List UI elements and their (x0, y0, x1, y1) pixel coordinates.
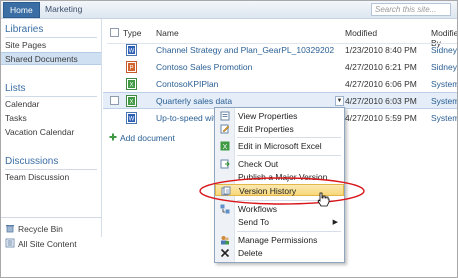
add-document-link[interactable]: Add document (109, 133, 175, 143)
menu-item-label: Version History (239, 186, 297, 196)
recycle-bin-label: Recycle Bin (18, 224, 63, 234)
menu-item-label: Edit in Microsoft Excel (238, 141, 322, 151)
menu-separator (237, 231, 341, 232)
menu-item-send-to[interactable]: Send To ▶ (215, 216, 344, 228)
menu-item-label: Delete (238, 248, 263, 258)
menu-item-label: Check Out (238, 159, 279, 169)
menu-item-label: Manage Permissions (238, 235, 318, 245)
document-name-link[interactable]: Up-to-speed wit (156, 113, 216, 123)
nav-item-vacation-calendar[interactable]: Vacation Calendar (5, 127, 74, 137)
powerpoint-document-icon: P (126, 61, 137, 73)
divider (5, 169, 97, 170)
nav-heading-lists[interactable]: Lists (5, 83, 26, 94)
submenu-arrow-icon: ▶ (332, 219, 338, 226)
view-properties-icon (220, 111, 230, 121)
add-document-label: Add document (120, 133, 175, 143)
modified-date: 4/27/2010 6:03 PM (345, 96, 417, 106)
menu-item-publish-major-version[interactable]: Publish a Major Version (215, 171, 344, 183)
tab-home[interactable]: Home (3, 2, 40, 18)
modified-date: 4/27/2010 6:21 PM (345, 62, 417, 72)
excel-icon: X (220, 141, 230, 151)
svg-text:W: W (129, 49, 135, 55)
select-all-checkbox[interactable] (110, 28, 119, 37)
add-icon (109, 133, 117, 143)
word-document-icon: W (126, 44, 137, 56)
word-document-icon: W (126, 112, 137, 124)
search-input[interactable]: Search this site... (371, 3, 451, 16)
svg-text:X: X (129, 100, 133, 106)
svg-text:P: P (129, 66, 133, 72)
table-row[interactable]: X ContosoKPIPlan 4/27/2010 6:06 PM Syste… (103, 76, 457, 93)
edit-properties-icon (220, 124, 230, 134)
document-name-link[interactable]: Channel Strategy and Plan_GearPL_1032920… (156, 45, 334, 55)
menu-item-manage-permissions[interactable]: Manage Permissions (215, 234, 344, 246)
nav-item-site-pages[interactable]: Site Pages (5, 40, 46, 50)
menu-item-label: Workflows (238, 204, 278, 214)
menu-item-check-out[interactable]: Check Out (215, 158, 344, 170)
menu-item-view-properties[interactable]: View Properties (215, 110, 344, 122)
quick-launch: Libraries Site Pages Shared Documents Li… (1, 19, 102, 249)
recycle-bin-link[interactable]: Recycle Bin (5, 223, 63, 235)
column-header-modified[interactable]: Modified (345, 28, 377, 38)
sharepoint-window: Home Marketing Search this site... Libra… (0, 0, 458, 278)
modified-by-link[interactable]: Sidney (431, 62, 457, 72)
column-header-name[interactable]: Name (156, 28, 179, 38)
menu-item-label: View Properties (238, 111, 298, 121)
document-name-link[interactable]: Contoso Sales Promotion (156, 62, 252, 72)
menu-item-delete[interactable]: Delete (215, 247, 344, 259)
permissions-icon (220, 235, 230, 245)
modified-by-link[interactable]: System (431, 96, 457, 106)
menu-item-version-history[interactable]: Version History (215, 184, 344, 196)
workflows-icon (220, 204, 230, 214)
modified-date: 4/27/2010 5:59 PM (345, 113, 417, 123)
menu-item-edit-properties[interactable]: Edit Properties (215, 123, 344, 135)
menu-item-label: Edit Properties (238, 124, 294, 134)
all-site-content-link[interactable]: All Site Content (5, 238, 77, 250)
table-row[interactable]: P Contoso Sales Promotion 4/27/2010 6:21… (103, 59, 457, 76)
nav-item-tasks[interactable]: Tasks (5, 113, 27, 123)
nav-heading-discussions[interactable]: Discussions (5, 156, 58, 167)
document-name-link[interactable]: Quarterly sales data (156, 96, 232, 106)
delete-icon (220, 248, 230, 258)
item-context-menu: View Properties Edit Properties X Edit i… (214, 107, 345, 263)
modified-by-link[interactable]: System (431, 79, 457, 89)
menu-item-label: Publish a Major Version (238, 172, 328, 182)
modified-date: 4/27/2010 6:06 PM (345, 79, 417, 89)
tab-marketing[interactable]: Marketing (39, 2, 88, 18)
top-navigation-bar: Home Marketing Search this site... (1, 1, 457, 19)
nav-heading-libraries[interactable]: Libraries (5, 24, 43, 35)
item-menu-dropdown-button[interactable]: ▼ (335, 96, 344, 106)
site-tools: Recycle Bin All Site Content (1, 217, 102, 255)
nav-item-calendar[interactable]: Calendar (5, 99, 40, 109)
divider (5, 37, 97, 38)
nav-item-shared-documents[interactable]: Shared Documents (1, 52, 101, 65)
menu-separator (237, 155, 341, 156)
table-row[interactable]: W Channel Strategy and Plan_GearPL_10329… (103, 42, 457, 59)
recycle-bin-icon (5, 223, 15, 235)
menu-item-workflows[interactable]: Workflows (215, 203, 344, 215)
check-out-icon (220, 159, 230, 169)
excel-document-icon: X (126, 78, 137, 90)
version-history-icon (221, 186, 231, 196)
column-header-type[interactable]: Type (123, 28, 141, 38)
menu-item-label: Send To (238, 217, 270, 227)
menu-separator (237, 137, 341, 138)
nav-item-team-discussion[interactable]: Team Discussion (5, 172, 69, 182)
modified-date: 1/23/2010 8:40 PM (345, 45, 417, 55)
modified-by-link[interactable]: Sidney (431, 45, 457, 55)
svg-text:W: W (129, 117, 135, 123)
modified-by-link[interactable]: System (431, 113, 457, 123)
row-checkbox[interactable] (110, 96, 119, 105)
site-content-icon (5, 238, 15, 250)
divider (5, 96, 97, 97)
menu-separator (237, 200, 341, 201)
document-name-link[interactable]: ContosoKPIPlan (156, 79, 218, 89)
svg-text:X: X (223, 144, 228, 151)
excel-document-icon: X (126, 95, 137, 107)
menu-item-edit-in-excel[interactable]: X Edit in Microsoft Excel (215, 140, 344, 152)
svg-text:X: X (129, 83, 133, 89)
all-site-content-label: All Site Content (18, 239, 77, 249)
